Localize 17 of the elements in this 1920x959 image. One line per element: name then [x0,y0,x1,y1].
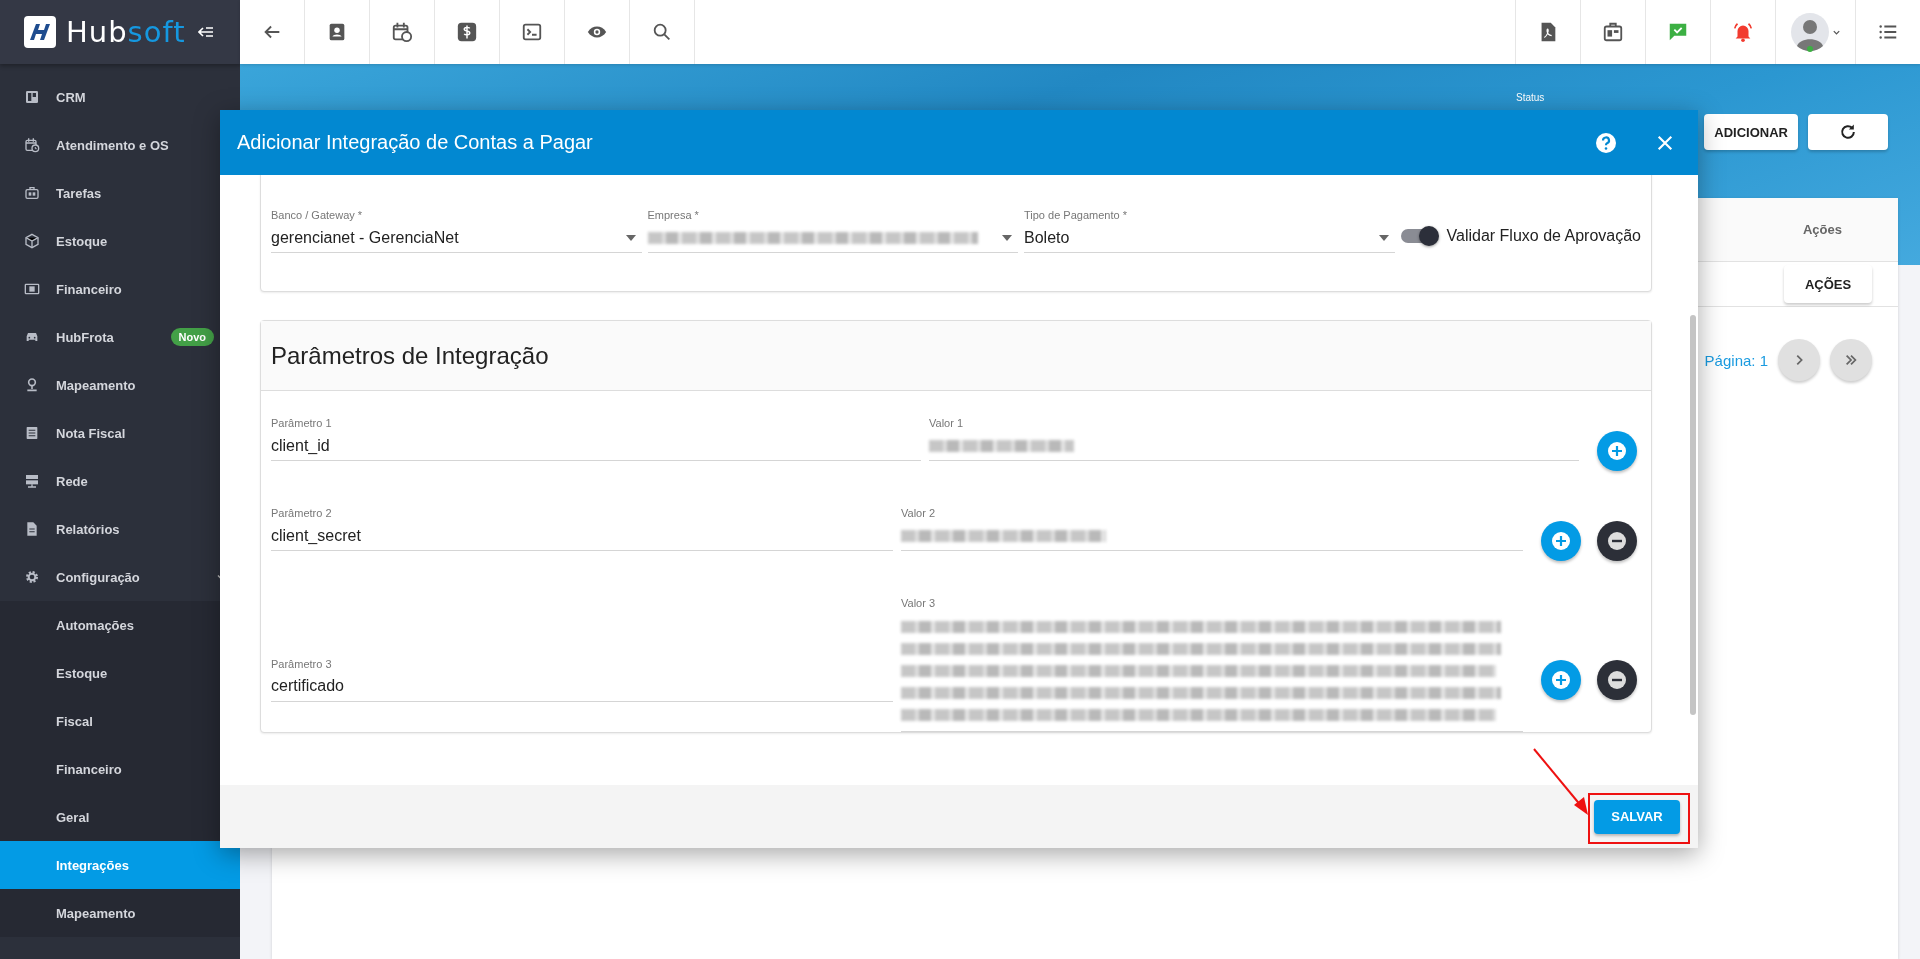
column-label: Status [1515,92,1545,103]
field-label: Parâmetro 1 [271,417,333,429]
logo-wordmark: Hubsoft [66,15,186,49]
new-badge: Novo [170,328,214,346]
modal-title: Adicionar Integração de Contas a Pagar [237,131,594,154]
field-label: Tipo de Pagamento * [1024,209,1128,221]
field-label: Parâmetro 2 [271,507,333,519]
column-header: Ações [1802,222,1842,237]
section-title: Parâmetros de Integração [271,341,549,370]
field-label: Parâmetro 3 [271,657,333,670]
field-label: Valor 2 [901,507,937,519]
field-label: Banco / Gateway * [271,209,364,221]
toggle-label: Validar Fluxo de Aprovação [1446,227,1641,245]
field-label: Empresa * [647,209,700,221]
field-label: Valor 3 [901,597,937,609]
page-indicator: Página: 1 [1704,351,1768,369]
field-label: Valor 1 [929,417,965,429]
